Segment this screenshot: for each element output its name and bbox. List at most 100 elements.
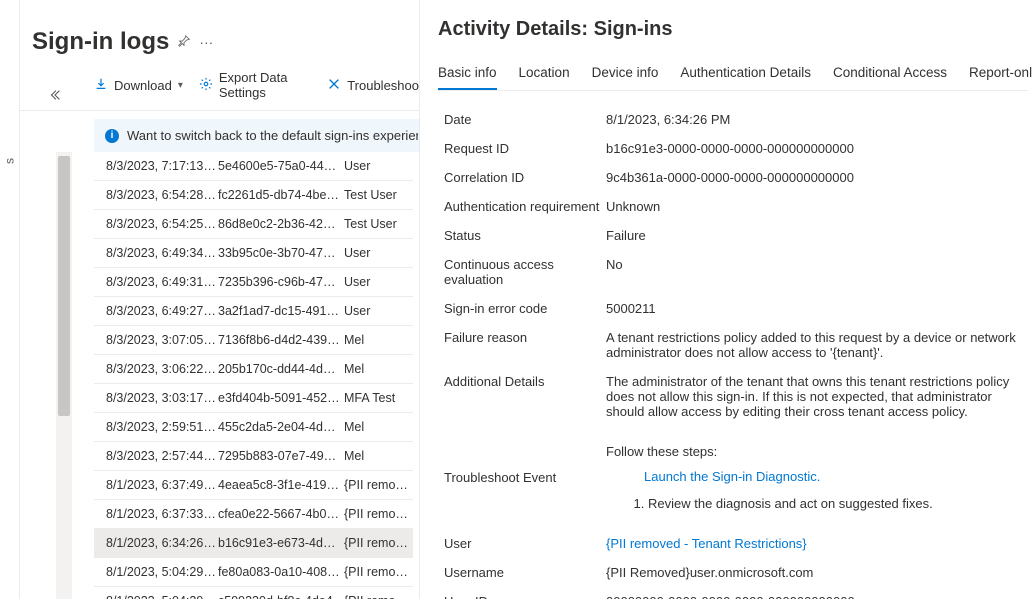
table-row[interactable]: 8/1/2023, 5:04:29 PMc599230d-bf8c-4de4{P… [94, 587, 413, 599]
add-value: The administrator of the tenant that own… [606, 374, 1028, 419]
logs-pane: Sign-in logs ··· Download ▾ [20, 0, 420, 599]
row-request-id: cfea0e22-5667-4b01… [218, 507, 344, 521]
table-row[interactable]: 8/3/2023, 6:49:34 PM33b95c0e-3b70-47bf…U… [94, 239, 413, 268]
more-icon[interactable]: ··· [199, 34, 213, 50]
row-request-id: c599230d-bf8c-4de4 [218, 594, 344, 599]
ts-label: Troubleshoot Event [438, 470, 606, 485]
row-user: Mel [344, 362, 413, 376]
reqid-value: b16c91e3-0000-0000-0000-000000000000 [606, 141, 1028, 156]
row-date: 8/3/2023, 6:49:34 PM [94, 246, 218, 260]
row-date: 8/3/2023, 3:06:22 PM [94, 362, 218, 376]
row-date: 8/3/2023, 7:17:13 PM [94, 159, 218, 173]
switch-experience-banner[interactable]: i Want to switch back to the default sig… [94, 119, 419, 152]
pin-icon[interactable] [177, 34, 191, 51]
table-row[interactable]: 8/3/2023, 2:59:51 PM455c2da5-2e04-4d4…Me… [94, 413, 413, 442]
table-row[interactable]: 8/3/2023, 6:54:28 PMfc2261d5-db74-4be…Te… [94, 181, 413, 210]
row-user: {PII removed - [344, 594, 413, 599]
detail-title: Activity Details: Sign-ins [438, 18, 1028, 41]
status-value: Failure [606, 228, 1028, 243]
table-row[interactable]: 8/1/2023, 5:04:29 PMfe80a083-0a10-408c…{… [94, 558, 413, 587]
row-user: {PII removed - [344, 478, 413, 492]
download-icon [94, 77, 108, 94]
table-row[interactable]: 8/3/2023, 2:57:44 PM7295b883-07e7-495…Me… [94, 442, 413, 471]
fail-label: Failure reason [438, 330, 606, 345]
row-date: 8/1/2023, 5:04:29 PM [94, 594, 218, 599]
row-date: 8/1/2023, 5:04:29 PM [94, 565, 218, 579]
table-row[interactable]: 8/1/2023, 6:34:26 PMb16c91e3-e673-4d3…{P… [94, 529, 413, 558]
table-row[interactable]: 8/3/2023, 3:03:17 PMe3fd404b-5091-452…MF… [94, 384, 413, 413]
chevron-down-icon: ▾ [178, 80, 183, 91]
row-date: 8/3/2023, 3:03:17 PM [94, 391, 218, 405]
row-request-id: 4eaea5c8-3f1e-419e… [218, 478, 344, 492]
logs-table: 8/3/2023, 7:17:13 PM5e4600e5-75a0-44e… Us… [94, 152, 419, 599]
row-request-id: 455c2da5-2e04-4d4… [218, 420, 344, 434]
tab-device-info[interactable]: Device info [592, 59, 659, 90]
banner-text: Want to switch back to the default sign-… [127, 128, 419, 143]
download-button[interactable]: Download ▾ [94, 70, 183, 100]
tab-location[interactable]: Location [519, 59, 570, 90]
ts-steps-head: Follow these steps: [606, 444, 1028, 459]
cae-value: No [606, 257, 1028, 272]
table-row[interactable]: 8/3/2023, 6:49:31 PM7235b396-c96b-47d…Us… [94, 268, 413, 297]
reqid-label: Request ID [438, 141, 606, 156]
row-request-id: 86d8e0c2-2b36-423… [218, 217, 344, 231]
collapse-chevron-icon[interactable] [48, 88, 62, 105]
row-date: 8/1/2023, 6:37:49 PM [94, 478, 218, 492]
date-label: Date [438, 112, 606, 127]
tab-report-only[interactable]: Report-only [969, 59, 1032, 90]
row-date: 8/3/2023, 2:59:51 PM [94, 420, 218, 434]
scrollbar-thumb[interactable] [58, 156, 70, 416]
err-value: 5000211 [606, 301, 1028, 316]
row-user: User [344, 275, 413, 289]
table-row[interactable]: 8/3/2023, 3:06:22 PM205b170c-dd44-4de…Me… [94, 355, 413, 384]
row-user: Mel [344, 420, 413, 434]
table-row[interactable]: 8/3/2023, 6:49:27 PM3a2f1ad7-dc15-491b…U… [94, 297, 413, 326]
status-label: Status [438, 228, 606, 243]
table-row[interactable]: 8/3/2023, 3:07:05 PM7136f8b6-d4d2-439…Me… [94, 326, 413, 355]
fields: Date 8/1/2023, 6:34:26 PM Request ID b16… [438, 105, 1028, 599]
user-value-link[interactable]: {PII removed - Tenant Restrictions} [606, 536, 1028, 551]
scrollbar-track[interactable] [56, 152, 72, 599]
row-user: User [344, 246, 413, 260]
row-request-id: 3a2f1ad7-dc15-491b… [218, 304, 344, 318]
row-user: Test User [344, 217, 413, 231]
auth-label: Authentication requirement [438, 199, 606, 214]
row-user: MFA Test [344, 391, 413, 405]
ts-step-1: Review the diagnosis and act on suggeste… [648, 496, 1028, 511]
troubleshoot-icon [327, 77, 341, 94]
corr-value: 9c4b361a-0000-0000-0000-000000000000 [606, 170, 1028, 185]
user-label: User [438, 536, 606, 551]
row-user: Test User [344, 188, 413, 202]
row-date: 8/1/2023, 6:37:33 PM [94, 507, 218, 521]
row-date: 8/3/2023, 6:49:27 PM [94, 304, 218, 318]
table-row[interactable]: 8/1/2023, 6:37:49 PM4eaea5c8-3f1e-419e…{… [94, 471, 413, 500]
add-label: Additional Details [438, 374, 606, 389]
troubleshoot-button[interactable]: Troubleshoo [327, 70, 419, 100]
tab-basic-info[interactable]: Basic info [438, 59, 497, 90]
row-request-id: b16c91e3-e673-4d3… [218, 536, 344, 550]
table-row[interactable]: 8/3/2023, 6:54:25 PM86d8e0c2-2b36-423…Te… [94, 210, 413, 239]
auth-value: Unknown [606, 199, 1028, 214]
toolbar: Download ▾ Export Data Settings Troubles… [20, 64, 419, 111]
row-date: 8/3/2023, 3:07:05 PM [94, 333, 218, 347]
row-user: {PII removed - [344, 536, 413, 550]
gear-icon [199, 77, 213, 94]
row-request-id: 7235b396-c96b-47d… [218, 275, 344, 289]
uname-label: Username [438, 565, 606, 580]
table-row[interactable]: 8/1/2023, 6:37:33 PMcfea0e22-5667-4b01…{… [94, 500, 413, 529]
leftnav-label: s [3, 158, 17, 164]
info-icon: i [105, 129, 119, 143]
launch-diagnostic-link[interactable]: Launch the Sign-in Diagnostic. [644, 469, 1028, 484]
tab-authentication-details[interactable]: Authentication Details [680, 59, 811, 90]
row-request-id: fe80a083-0a10-408c… [218, 565, 344, 579]
fail-value: A tenant restrictions policy added to th… [606, 330, 1028, 360]
download-label: Download [114, 78, 172, 93]
table-row[interactable]: 8/3/2023, 7:17:13 PM5e4600e5-75a0-44e…Us… [94, 152, 413, 181]
row-request-id: 5e4600e5-75a0-44e… [218, 159, 344, 173]
uid-label: User ID [438, 594, 606, 599]
row-date: 8/3/2023, 6:54:28 PM [94, 188, 218, 202]
export-settings-button[interactable]: Export Data Settings [199, 70, 311, 100]
row-request-id: 205b170c-dd44-4de… [218, 362, 344, 376]
tab-conditional-access[interactable]: Conditional Access [833, 59, 947, 90]
row-request-id: e3fd404b-5091-452… [218, 391, 344, 405]
